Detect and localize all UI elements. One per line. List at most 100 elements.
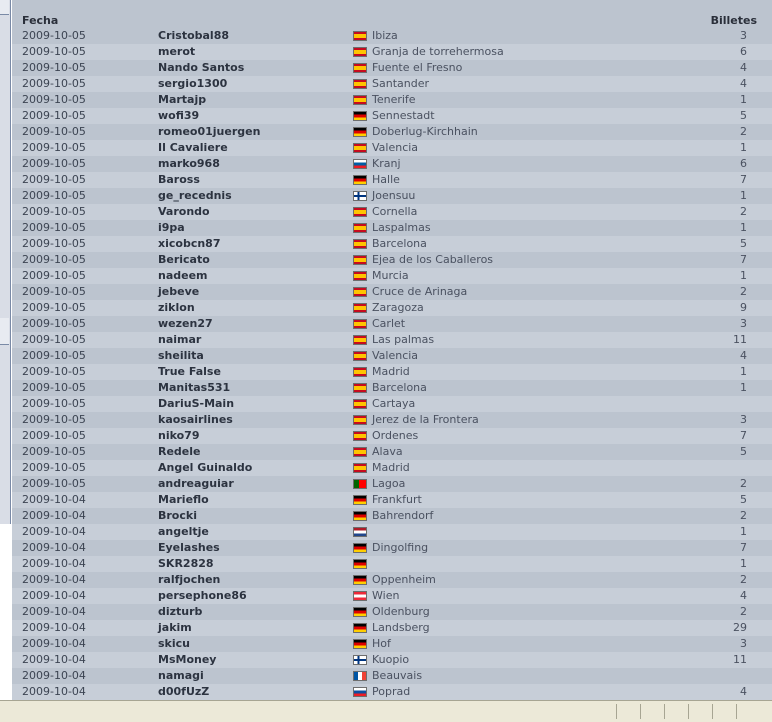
row-username[interactable]: d00fUzZ [158,684,209,700]
row-username[interactable]: naimar [158,332,201,348]
row-username[interactable]: nadeem [158,268,208,284]
de-flag [353,127,367,137]
row-tickets: 1 [740,221,747,234]
row-username[interactable]: Eyelashes [158,540,220,556]
status-bar-pane [688,704,709,719]
row-date: 2009-10-05 [22,77,86,90]
row-username[interactable]: Baross [158,172,200,188]
row-username[interactable]: Redele [158,444,201,460]
de-flag [353,495,367,505]
status-bar-pane [712,704,733,719]
table-row: 2009-10-05 wezen27 Carlet 3 [12,316,772,332]
row-date: 2009-10-05 [22,333,86,346]
row-username[interactable]: DariuS-Main [158,396,234,412]
row-date: 2009-10-05 [22,141,86,154]
row-city: Dingolfing [372,541,429,554]
row-username[interactable]: Varondo [158,204,210,220]
status-bar-pane [616,704,637,719]
row-username[interactable]: i9pa [158,220,185,236]
es-flag [353,271,367,281]
row-username[interactable]: persephone86 [158,588,247,604]
row-date: 2009-10-05 [22,429,86,442]
es-flag [353,207,367,217]
row-city: Cruce de Arinaga [372,285,468,298]
row-tickets: 7 [740,429,747,442]
table-row: 2009-10-05 wofi39 Sennestadt 5 [12,108,772,124]
es-flag [353,63,367,73]
row-city: Hof [372,637,391,650]
row-username[interactable]: wezen27 [158,316,213,332]
es-flag [353,143,367,153]
row-username[interactable]: romeo01juergen [158,124,260,140]
row-username[interactable]: ziklon [158,300,195,316]
table-row: 2009-10-05 xicobcn87 Barcelona 5 [12,236,772,252]
row-username[interactable]: Manitas531 [158,380,230,396]
de-flag [353,623,367,633]
table-row: 2009-10-05 kaosairlines Jerez de la Fronte… [12,412,772,428]
row-tickets: 3 [740,317,747,330]
row-tickets: 11 [733,333,747,346]
row-username[interactable]: Marieflo [158,492,209,508]
row-username[interactable]: xicobcn87 [158,236,220,252]
row-username[interactable]: skicu [158,636,190,652]
row-city: Fuente el Fresno [372,61,463,74]
row-tickets: 4 [740,77,747,90]
row-date: 2009-10-04 [22,541,86,554]
row-username[interactable]: Brocki [158,508,197,524]
fi-flag [353,655,367,665]
row-tickets: 4 [740,685,747,698]
row-tickets: 29 [733,621,747,634]
table-row: 2009-10-05 jebeve Cruce de Arinaga 2 [12,284,772,300]
row-username[interactable]: True False [158,364,221,380]
table-row: 2009-10-04 namagi Beauvais [12,668,772,684]
row-username[interactable]: kaosairlines [158,412,233,428]
row-username[interactable]: Angel Guinaldo [158,460,252,476]
row-username[interactable]: ralfjochen [158,572,220,588]
row-city: Frankfurt [372,493,422,506]
row-username[interactable]: angeltje [158,524,209,540]
row-tickets: 7 [740,253,747,266]
es-flag [353,255,367,265]
row-username[interactable]: MsMoney [158,652,216,668]
table-row: 2009-10-04 Marieflo Frankfurt 5 [12,492,772,508]
table-row: 2009-10-05 romeo01juergen Doberlug-Kirchha… [12,124,772,140]
row-username[interactable]: Cristobal88 [158,28,229,44]
table-row: 2009-10-05 Angel Guinaldo Madrid [12,460,772,476]
row-tickets: 2 [740,477,747,490]
row-username[interactable]: dizturb [158,604,202,620]
row-username[interactable]: merot [158,44,195,60]
row-date: 2009-10-05 [22,349,86,362]
row-username[interactable]: andreaguiar [158,476,234,492]
row-username[interactable]: ge_recednis [158,188,232,204]
row-city: Kuopio [372,653,410,666]
row-username[interactable]: wofi39 [158,108,199,124]
row-username[interactable]: sergio1300 [158,76,227,92]
row-username[interactable]: marko968 [158,156,220,172]
row-username[interactable]: sheilita [158,348,204,364]
row-tickets: 7 [740,541,747,554]
row-username[interactable]: Il Cavaliere [158,140,228,156]
row-username[interactable]: SKR2828 [158,556,214,572]
row-username[interactable]: jebeve [158,284,199,300]
row-date: 2009-10-04 [22,557,86,570]
row-username[interactable]: niko79 [158,428,200,444]
row-username[interactable]: jakim [158,620,192,636]
row-username[interactable]: Nando Santos [158,60,244,76]
es-flag [353,303,367,313]
row-username[interactable]: Bericato [158,252,210,268]
table-row: 2009-10-05 DariuS-Main Cartaya [12,396,772,412]
es-flag [353,431,367,441]
table-row: 2009-10-05 merot Granja de torrehermosa 6 [12,44,772,60]
row-city: Tenerife [372,93,416,106]
status-bar-pane [664,704,685,719]
row-tickets: 2 [740,125,747,138]
row-date: 2009-10-05 [22,461,86,474]
row-city: Cornella [372,205,418,218]
row-username[interactable]: Martajp [158,92,206,108]
row-date: 2009-10-04 [22,637,86,650]
table-row: 2009-10-05 sheilita Valencia 4 [12,348,772,364]
es-flag [353,383,367,393]
row-date: 2009-10-05 [22,445,86,458]
row-tickets: 2 [740,573,747,586]
row-username[interactable]: namagi [158,668,204,684]
